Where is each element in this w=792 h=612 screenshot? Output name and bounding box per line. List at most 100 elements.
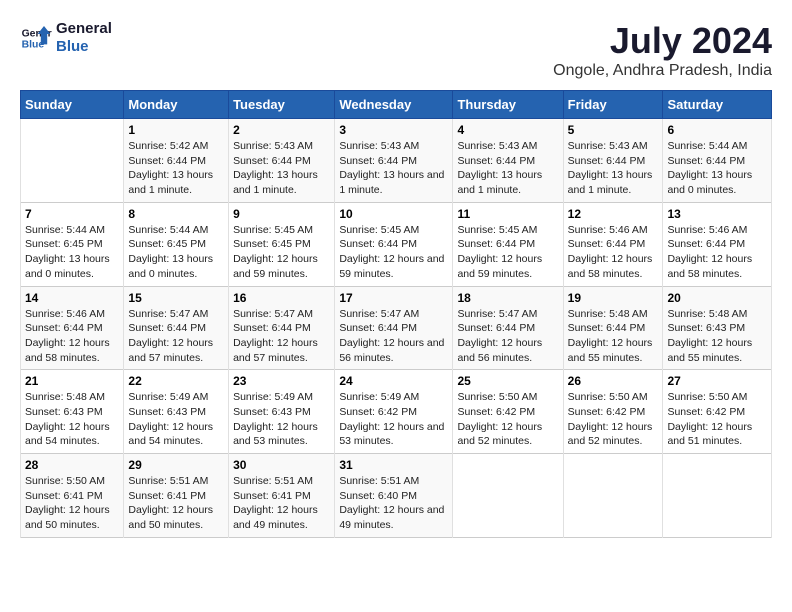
day-number: 9 <box>233 207 330 221</box>
cell-info: Sunrise: 5:43 AMSunset: 6:44 PMDaylight:… <box>568 140 653 196</box>
col-header-wednesday: Wednesday <box>335 91 453 119</box>
cell-5-3: 30 Sunrise: 5:51 AMSunset: 6:41 PMDaylig… <box>229 454 335 538</box>
cell-info: Sunrise: 5:46 AMSunset: 6:44 PMDaylight:… <box>568 224 653 280</box>
cell-info: Sunrise: 5:50 AMSunset: 6:42 PMDaylight:… <box>457 391 542 447</box>
cell-4-6: 26 Sunrise: 5:50 AMSunset: 6:42 PMDaylig… <box>563 370 663 454</box>
cell-2-3: 9 Sunrise: 5:45 AMSunset: 6:45 PMDayligh… <box>229 202 335 286</box>
cell-4-7: 27 Sunrise: 5:50 AMSunset: 6:42 PMDaylig… <box>663 370 772 454</box>
day-number: 1 <box>128 123 224 137</box>
cell-info: Sunrise: 5:44 AMSunset: 6:45 PMDaylight:… <box>25 224 110 280</box>
cell-info: Sunrise: 5:45 AMSunset: 6:44 PMDaylight:… <box>457 224 542 280</box>
col-header-monday: Monday <box>124 91 229 119</box>
cell-info: Sunrise: 5:48 AMSunset: 6:43 PMDaylight:… <box>667 308 752 364</box>
cell-info: Sunrise: 5:48 AMSunset: 6:44 PMDaylight:… <box>568 308 653 364</box>
cell-4-4: 24 Sunrise: 5:49 AMSunset: 6:42 PMDaylig… <box>335 370 453 454</box>
cell-4-5: 25 Sunrise: 5:50 AMSunset: 6:42 PMDaylig… <box>453 370 563 454</box>
day-number: 5 <box>568 123 659 137</box>
cell-2-6: 12 Sunrise: 5:46 AMSunset: 6:44 PMDaylig… <box>563 202 663 286</box>
col-header-friday: Friday <box>563 91 663 119</box>
cell-1-1 <box>21 119 124 203</box>
cell-3-1: 14 Sunrise: 5:46 AMSunset: 6:44 PMDaylig… <box>21 286 124 370</box>
cell-info: Sunrise: 5:42 AMSunset: 6:44 PMDaylight:… <box>128 140 213 196</box>
cell-2-5: 11 Sunrise: 5:45 AMSunset: 6:44 PMDaylig… <box>453 202 563 286</box>
cell-3-4: 17 Sunrise: 5:47 AMSunset: 6:44 PMDaylig… <box>335 286 453 370</box>
subtitle: Ongole, Andhra Pradesh, India <box>553 62 772 80</box>
cell-info: Sunrise: 5:51 AMSunset: 6:41 PMDaylight:… <box>128 475 213 531</box>
header: General Blue General Blue July 2024 Ongo… <box>20 20 772 80</box>
day-number: 12 <box>568 207 659 221</box>
logo-icon: General Blue <box>20 22 52 54</box>
cell-1-3: 2 Sunrise: 5:43 AMSunset: 6:44 PMDayligh… <box>229 119 335 203</box>
cell-1-6: 5 Sunrise: 5:43 AMSunset: 6:44 PMDayligh… <box>563 119 663 203</box>
cell-1-7: 6 Sunrise: 5:44 AMSunset: 6:44 PMDayligh… <box>663 119 772 203</box>
cell-info: Sunrise: 5:49 AMSunset: 6:43 PMDaylight:… <box>128 391 213 447</box>
cell-4-3: 23 Sunrise: 5:49 AMSunset: 6:43 PMDaylig… <box>229 370 335 454</box>
cell-3-7: 20 Sunrise: 5:48 AMSunset: 6:43 PMDaylig… <box>663 286 772 370</box>
cell-3-3: 16 Sunrise: 5:47 AMSunset: 6:44 PMDaylig… <box>229 286 335 370</box>
cell-3-5: 18 Sunrise: 5:47 AMSunset: 6:44 PMDaylig… <box>453 286 563 370</box>
day-number: 3 <box>339 123 448 137</box>
week-row-5: 28 Sunrise: 5:50 AMSunset: 6:41 PMDaylig… <box>21 454 772 538</box>
col-header-sunday: Sunday <box>21 91 124 119</box>
day-number: 16 <box>233 291 330 305</box>
day-number: 28 <box>25 458 119 472</box>
cell-info: Sunrise: 5:49 AMSunset: 6:43 PMDaylight:… <box>233 391 318 447</box>
cell-info: Sunrise: 5:49 AMSunset: 6:42 PMDaylight:… <box>339 391 444 447</box>
logo: General Blue General Blue <box>20 20 112 56</box>
title-section: July 2024 Ongole, Andhra Pradesh, India <box>553 20 772 80</box>
cell-4-2: 22 Sunrise: 5:49 AMSunset: 6:43 PMDaylig… <box>124 370 229 454</box>
day-number: 26 <box>568 374 659 388</box>
cell-5-1: 28 Sunrise: 5:50 AMSunset: 6:41 PMDaylig… <box>21 454 124 538</box>
cell-info: Sunrise: 5:50 AMSunset: 6:42 PMDaylight:… <box>568 391 653 447</box>
day-number: 15 <box>128 291 224 305</box>
day-number: 29 <box>128 458 224 472</box>
cell-3-2: 15 Sunrise: 5:47 AMSunset: 6:44 PMDaylig… <box>124 286 229 370</box>
cell-info: Sunrise: 5:43 AMSunset: 6:44 PMDaylight:… <box>233 140 318 196</box>
cell-info: Sunrise: 5:45 AMSunset: 6:44 PMDaylight:… <box>339 224 444 280</box>
cell-info: Sunrise: 5:43 AMSunset: 6:44 PMDaylight:… <box>457 140 542 196</box>
cell-info: Sunrise: 5:43 AMSunset: 6:44 PMDaylight:… <box>339 140 444 196</box>
cell-info: Sunrise: 5:51 AMSunset: 6:41 PMDaylight:… <box>233 475 318 531</box>
day-number: 4 <box>457 123 558 137</box>
col-header-saturday: Saturday <box>663 91 772 119</box>
day-number: 17 <box>339 291 448 305</box>
day-number: 10 <box>339 207 448 221</box>
cell-2-1: 7 Sunrise: 5:44 AMSunset: 6:45 PMDayligh… <box>21 202 124 286</box>
header-row: SundayMondayTuesdayWednesdayThursdayFrid… <box>21 91 772 119</box>
cell-1-5: 4 Sunrise: 5:43 AMSunset: 6:44 PMDayligh… <box>453 119 563 203</box>
day-number: 30 <box>233 458 330 472</box>
cell-3-6: 19 Sunrise: 5:48 AMSunset: 6:44 PMDaylig… <box>563 286 663 370</box>
cell-2-7: 13 Sunrise: 5:46 AMSunset: 6:44 PMDaylig… <box>663 202 772 286</box>
calendar-table: SundayMondayTuesdayWednesdayThursdayFrid… <box>20 90 772 538</box>
cell-info: Sunrise: 5:44 AMSunset: 6:45 PMDaylight:… <box>128 224 213 280</box>
week-row-3: 14 Sunrise: 5:46 AMSunset: 6:44 PMDaylig… <box>21 286 772 370</box>
day-number: 22 <box>128 374 224 388</box>
col-header-tuesday: Tuesday <box>229 91 335 119</box>
cell-4-1: 21 Sunrise: 5:48 AMSunset: 6:43 PMDaylig… <box>21 370 124 454</box>
logo-blue: Blue <box>56 38 112 56</box>
cell-1-4: 3 Sunrise: 5:43 AMSunset: 6:44 PMDayligh… <box>335 119 453 203</box>
cell-info: Sunrise: 5:46 AMSunset: 6:44 PMDaylight:… <box>25 308 110 364</box>
day-number: 11 <box>457 207 558 221</box>
week-row-4: 21 Sunrise: 5:48 AMSunset: 6:43 PMDaylig… <box>21 370 772 454</box>
cell-info: Sunrise: 5:47 AMSunset: 6:44 PMDaylight:… <box>233 308 318 364</box>
cell-info: Sunrise: 5:44 AMSunset: 6:44 PMDaylight:… <box>667 140 752 196</box>
cell-1-2: 1 Sunrise: 5:42 AMSunset: 6:44 PMDayligh… <box>124 119 229 203</box>
col-header-thursday: Thursday <box>453 91 563 119</box>
cell-info: Sunrise: 5:47 AMSunset: 6:44 PMDaylight:… <box>339 308 444 364</box>
day-number: 21 <box>25 374 119 388</box>
cell-info: Sunrise: 5:50 AMSunset: 6:41 PMDaylight:… <box>25 475 110 531</box>
cell-5-6 <box>563 454 663 538</box>
cell-info: Sunrise: 5:50 AMSunset: 6:42 PMDaylight:… <box>667 391 752 447</box>
cell-info: Sunrise: 5:48 AMSunset: 6:43 PMDaylight:… <box>25 391 110 447</box>
day-number: 27 <box>667 374 767 388</box>
day-number: 25 <box>457 374 558 388</box>
cell-5-4: 31 Sunrise: 5:51 AMSunset: 6:40 PMDaylig… <box>335 454 453 538</box>
cell-5-7 <box>663 454 772 538</box>
week-row-2: 7 Sunrise: 5:44 AMSunset: 6:45 PMDayligh… <box>21 202 772 286</box>
day-number: 7 <box>25 207 119 221</box>
cell-2-4: 10 Sunrise: 5:45 AMSunset: 6:44 PMDaylig… <box>335 202 453 286</box>
cell-5-2: 29 Sunrise: 5:51 AMSunset: 6:41 PMDaylig… <box>124 454 229 538</box>
day-number: 18 <box>457 291 558 305</box>
cell-info: Sunrise: 5:47 AMSunset: 6:44 PMDaylight:… <box>128 308 213 364</box>
